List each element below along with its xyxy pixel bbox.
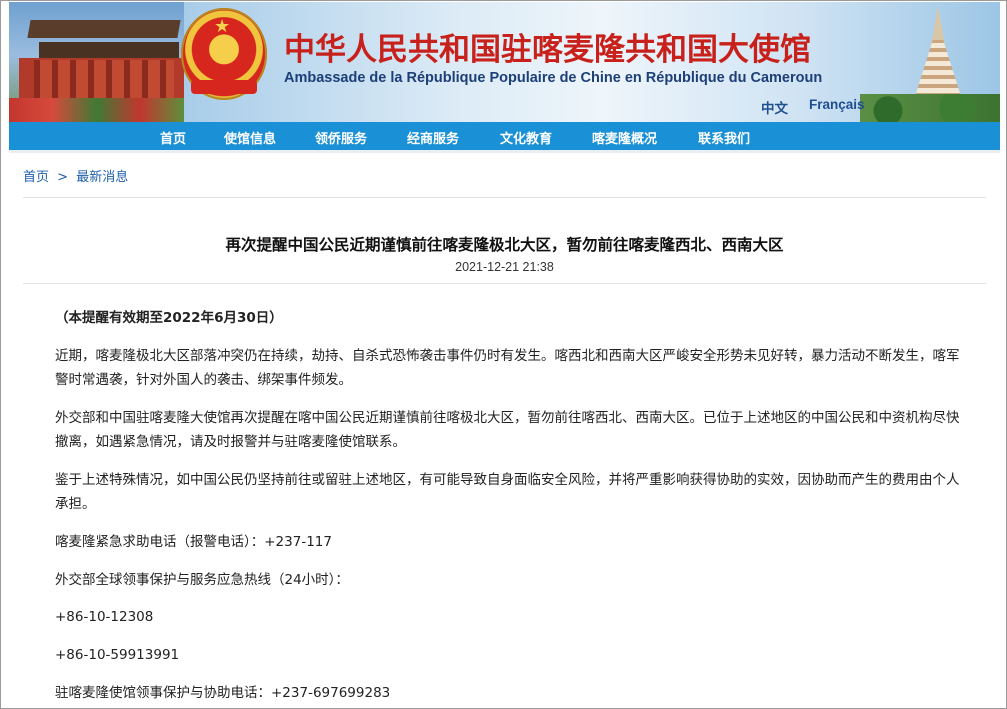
nav-item-culture-education[interactable]: 文化教育 bbox=[500, 128, 552, 147]
article-paragraph: 近期，喀麦隆极北大区部落冲突仍在持续，劫持、自杀式恐怖袭击事件仍时有发生。喀西北… bbox=[55, 348, 960, 388]
nav-item-home[interactable]: 首页 bbox=[160, 128, 186, 147]
nav-item-embassy-info[interactable]: 使馆信息 bbox=[224, 128, 276, 147]
article-paragraph: 鉴于上述特殊情况，如中国公民仍坚持前往或留驻上述地区，有可能导致自身面临安全风险… bbox=[55, 472, 960, 512]
mfa-hotline-label: 外交部全球领事保护与服务应急热线（24小时）： bbox=[55, 572, 349, 588]
article-body: （本提醒有效期至2022年6月30日） 近期，喀麦隆极北大区部落冲突仍在持续，劫… bbox=[55, 307, 960, 701]
nav-item-business-services[interactable]: 经商服务 bbox=[407, 128, 459, 147]
language-link-chinese[interactable]: 中文 bbox=[761, 97, 788, 117]
gate-columns bbox=[34, 60, 174, 100]
nav-underline bbox=[9, 150, 1000, 153]
main-navigation: 首页 使馆信息 领侨服务 经商服务 文化教育 喀麦隆概况 联系我们 bbox=[9, 122, 1000, 150]
header-banner: ★ 中华人民共和国驻喀麦隆共和国大使馆 Ambassade de la Répu… bbox=[9, 2, 1000, 122]
divider bbox=[23, 283, 986, 284]
flower-bed bbox=[9, 98, 184, 122]
browser-page: ★ 中华人民共和国驻喀麦隆共和国大使馆 Ambassade de la Répu… bbox=[0, 0, 1007, 709]
cameroon-emergency-phone: 喀麦隆紧急求助电话（报警电话）：+237-117 bbox=[55, 534, 332, 550]
nav-item-contact-us[interactable]: 联系我们 bbox=[698, 128, 750, 147]
language-link-french[interactable]: Français bbox=[809, 97, 865, 112]
gate-roof-upper bbox=[27, 20, 181, 38]
divider bbox=[23, 197, 986, 198]
validity-notice: （本提醒有效期至2022年6月30日） bbox=[55, 310, 283, 326]
gate-roof-lower bbox=[39, 42, 179, 58]
cameroon-monument-image bbox=[860, 2, 1000, 122]
article-title: 再次提醒中国公民近期谨慎前往喀麦隆极北大区，暂勿前往喀麦隆西北、西南大区 bbox=[225, 236, 784, 254]
breadcrumb-latest-news-link[interactable]: 最新消息 bbox=[76, 170, 128, 185]
mfa-hotline-number: +86-10-12308 bbox=[55, 609, 154, 625]
article-date: 2021-12-21 21:38 bbox=[455, 260, 554, 274]
nav-item-consular-services[interactable]: 领侨服务 bbox=[315, 128, 367, 147]
mfa-hotline-number: +86-10-59913991 bbox=[55, 647, 180, 663]
emblem-ribbon bbox=[191, 80, 257, 94]
breadcrumb: 首页 > 最新消息 bbox=[23, 166, 128, 185]
tiananmen-image bbox=[9, 2, 184, 122]
national-emblem-icon: ★ bbox=[181, 8, 267, 100]
site-title-chinese: 中华人民共和国驻喀麦隆共和国大使馆 bbox=[284, 32, 811, 68]
breadcrumb-separator: > bbox=[57, 170, 69, 185]
star-icon: ★ bbox=[214, 16, 231, 37]
site-title-french: Ambassade de la République Populaire de … bbox=[284, 70, 823, 86]
article-paragraph: 外交部和中国驻喀麦隆大使馆再次提醒在喀中国公民近期谨慎前往喀极北大区，暂勿前往喀… bbox=[55, 410, 960, 450]
breadcrumb-home-link[interactable]: 首页 bbox=[23, 170, 49, 185]
embassy-consular-phone: 驻喀麦隆使馆领事保护与协助电话：+237-697699283 bbox=[55, 685, 391, 701]
nav-item-cameroon-overview[interactable]: 喀麦隆概况 bbox=[592, 128, 657, 147]
trees-image bbox=[860, 94, 1000, 122]
